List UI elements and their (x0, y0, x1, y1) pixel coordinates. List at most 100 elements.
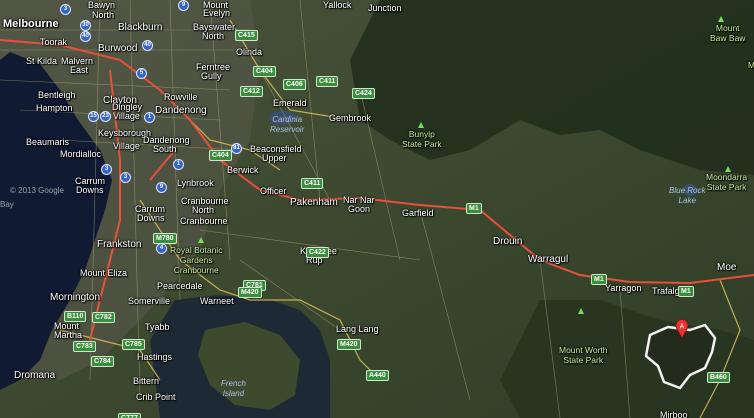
park-tree-icon (198, 237, 204, 243)
road-shield: C785 (122, 339, 145, 350)
road-shield: C406 (283, 79, 306, 90)
place-label: Yarragon (605, 283, 642, 293)
place-label: Gembrook (329, 113, 372, 123)
road-shield: C777 (118, 413, 141, 418)
road-shield: C411 (301, 178, 324, 189)
place-label: Pakenham (290, 197, 338, 208)
place-label: Village (113, 111, 140, 121)
place-label: Junction (368, 3, 402, 13)
place-label: North (202, 31, 225, 41)
place-label: Beaumaris (26, 137, 70, 147)
place-label: Berwick (227, 165, 259, 175)
park-label: Bunyip State Park (402, 129, 442, 149)
park-label: Moondarra State Park (706, 172, 748, 192)
road-shield: C412 (240, 86, 263, 97)
route-number-badge: 3 (101, 164, 112, 175)
road-shield: B460 (707, 372, 730, 383)
place-label: Olinda (236, 47, 263, 57)
route-number-badge: 1 (173, 159, 184, 170)
place-label: Downs (137, 213, 165, 223)
park-tree-icon (718, 16, 724, 22)
route-number-badge: 40 (142, 40, 153, 51)
water-label: French Island (221, 379, 246, 398)
place-label: Yallock (323, 0, 352, 10)
place-label: Toorak (40, 37, 68, 47)
place-label: Drouin (493, 236, 523, 247)
road-shield: C782 (92, 312, 115, 323)
place-label: Tyabb (145, 322, 170, 332)
road-shield: C404 (209, 150, 232, 161)
park-label: Mo (748, 60, 754, 70)
place-label: North (192, 205, 215, 215)
faint-label: © 2013 Google (10, 186, 64, 195)
route-number-badge: 40 (80, 31, 91, 42)
road-shield: M1 (466, 203, 482, 214)
road-shield: M420 (337, 339, 361, 350)
place-label: Gully (201, 71, 222, 81)
place-label: Hastings (137, 352, 173, 362)
place-label: Bittern (133, 376, 160, 386)
route-number-badge: 9 (156, 182, 167, 193)
place-label: Lang Lang (336, 324, 379, 334)
place-label: Crib Point (136, 392, 176, 402)
place-label: Warragul (528, 254, 569, 265)
place-label: Dandenong (155, 105, 207, 116)
road-shield: M420 (238, 287, 262, 298)
place-label: Lynbrook (177, 178, 214, 188)
place-label: Cranbourne (180, 216, 228, 226)
place-label: Pearcedale (157, 281, 203, 291)
route-number-badge: 15 (88, 111, 99, 122)
map-base (0, 0, 754, 418)
place-label: Martha (54, 330, 83, 340)
place-label: Goon (348, 204, 371, 214)
place-label: Emerald (273, 98, 307, 108)
road-shield: C424 (352, 88, 375, 99)
water-label: Blue Rock Lake (669, 186, 706, 205)
place-label: Somerville (128, 296, 171, 306)
place-label: South (153, 144, 177, 154)
route-number-badge: 23 (100, 111, 111, 122)
park-tree-icon (725, 166, 731, 172)
park-tree-icon (418, 122, 424, 128)
place-label: Evelyn (203, 8, 231, 18)
route-number-badge: 4 (156, 243, 167, 254)
place-label: Bawyn (88, 0, 116, 10)
road-shield: C422 (306, 247, 329, 258)
place-label: Village (113, 141, 140, 151)
park-label: Mount Baw Baw (710, 23, 746, 43)
road-shield: C411 (316, 76, 339, 87)
park-label: Royal Botanic Gardens Cranbourne (170, 245, 223, 275)
place-label: Rowville (164, 92, 198, 102)
place-label: Mount Eliza (80, 268, 128, 278)
place-label: Garfield (402, 208, 434, 218)
water-label: Cardinia Reservoir (270, 115, 305, 134)
place-label: St Kilda (26, 56, 58, 66)
route-number-badge: 3 (60, 4, 71, 15)
place-label: Warneet (200, 296, 234, 306)
route-number-badge: 1 (144, 112, 155, 123)
road-shield: M1 (678, 286, 694, 297)
place-label: North (92, 10, 115, 20)
route-number-badge: 81 (231, 143, 242, 154)
road-shield: B110 (64, 311, 87, 322)
marker-label: A (680, 324, 685, 331)
map-view[interactable]: Melbourne Bawyn North Blackburn Bayswater Nor… (0, 0, 754, 418)
place-label: Upper (262, 153, 287, 163)
location-marker-a[interactable]: A (675, 319, 689, 339)
park-label: Mount Worth State Park (559, 345, 608, 365)
place-label: Hampton (36, 103, 73, 113)
road-shield: M780 (153, 233, 177, 244)
route-number-badge: 30 (80, 20, 91, 31)
park-tree-icon (578, 308, 584, 314)
place-label: Dromana (14, 370, 56, 381)
place-label: Officer (260, 186, 287, 196)
faint-label: Bay (0, 200, 14, 209)
road-shield: M1 (591, 274, 607, 285)
road-shield: C404 (253, 66, 276, 77)
road-shield: C784 (91, 356, 114, 367)
road-shield: C783 (73, 341, 96, 352)
place-label: East (70, 65, 89, 75)
place-label: Mirboo (660, 410, 688, 418)
place-label: Burwood (98, 43, 138, 54)
road-shield: A440 (366, 370, 389, 381)
